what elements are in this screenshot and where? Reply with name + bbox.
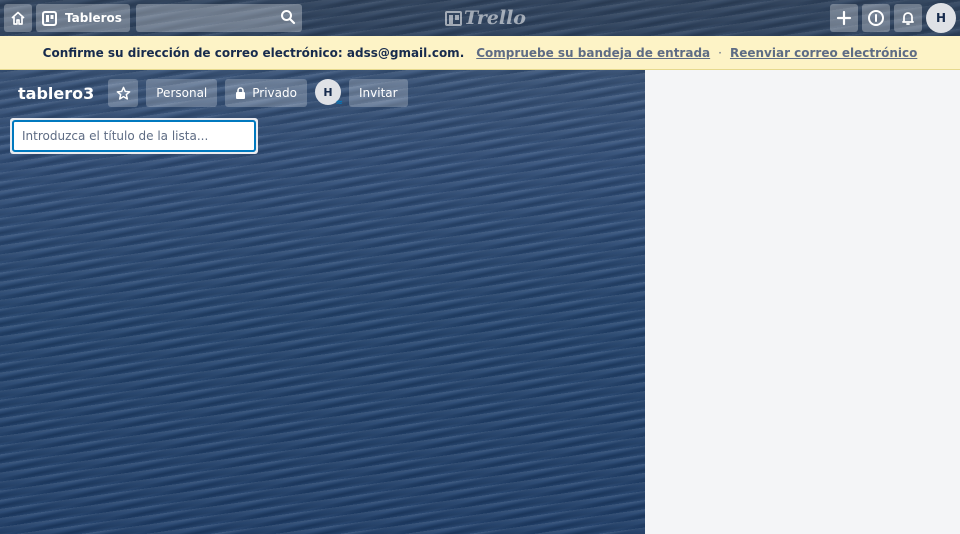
banner-message: Confirme su dirección de correo electrón…: [42, 45, 465, 60]
info-button[interactable]: [862, 4, 890, 32]
side-panel: [645, 70, 960, 534]
logo-text: Trello: [464, 7, 526, 29]
resend-email-link[interactable]: Reenviar correo electrónico: [730, 46, 917, 60]
home-button[interactable]: [4, 4, 32, 32]
home-icon: [11, 11, 25, 25]
lock-icon: [236, 87, 246, 99]
invite-label: Invitar: [358, 86, 398, 100]
star-board-button[interactable]: [108, 79, 139, 107]
bell-icon: [902, 12, 914, 25]
boards-button[interactable]: Tableros: [36, 4, 130, 32]
check-inbox-link[interactable]: Compruebe su bandeja de entrada: [476, 46, 710, 60]
banner-separator: ·: [718, 45, 722, 60]
info-icon: [868, 10, 884, 26]
boards-label: Tableros: [65, 11, 122, 25]
search-input[interactable]: [135, 4, 302, 32]
board-member-avatar[interactable]: H ≈: [314, 79, 343, 108]
trello-logo[interactable]: Trello: [445, 6, 526, 30]
user-avatar[interactable]: H: [926, 3, 956, 33]
header-right-tools: H: [830, 3, 956, 33]
team-label: Personal: [156, 86, 208, 100]
create-button[interactable]: [830, 4, 858, 32]
boards-icon: [42, 10, 57, 26]
invite-button[interactable]: Invitar: [348, 79, 408, 107]
email-confirmation-banner: Confirme su dirección de correo electrón…: [0, 36, 960, 70]
add-list-form: [10, 118, 258, 154]
trello-logo-icon: [445, 10, 462, 26]
board-header: tablero3 Personal Privado H ≈ Invitar: [10, 78, 416, 108]
search-icon: [280, 10, 295, 25]
star-icon: [116, 86, 131, 100]
plus-icon: [836, 10, 852, 26]
visibility-button[interactable]: Privado: [225, 79, 307, 107]
admin-chevron-icon: ≈: [335, 98, 343, 108]
team-button[interactable]: Personal: [146, 79, 218, 107]
visibility-label: Privado: [252, 86, 297, 100]
list-title-input[interactable]: [12, 120, 256, 152]
notifications-button[interactable]: [894, 4, 922, 32]
top-nav-bar: Tableros Trello H: [0, 0, 960, 36]
board-title[interactable]: tablero3: [10, 84, 102, 103]
